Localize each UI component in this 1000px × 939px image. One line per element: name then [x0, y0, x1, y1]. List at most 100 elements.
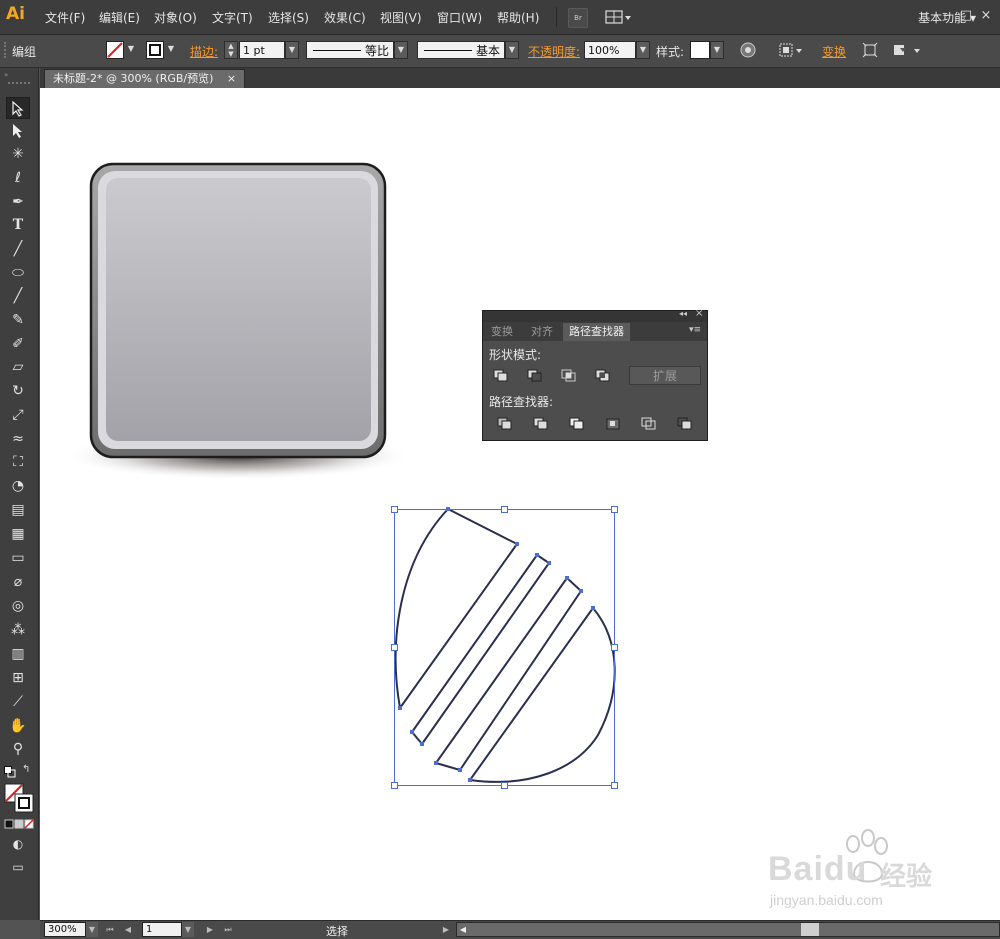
menu-view[interactable]: 视图(V)	[380, 9, 422, 26]
zoom-tool-icon[interactable]: ⚲	[6, 738, 30, 760]
anchor-point[interactable]	[434, 761, 438, 765]
next-artboard-icon[interactable]: ▶	[204, 922, 216, 937]
bbox-handle[interactable]	[611, 506, 618, 513]
opacity-link[interactable]: 不透明度:	[528, 43, 580, 60]
bbox-handle[interactable]	[501, 782, 508, 789]
bridge-button[interactable]: Br	[568, 8, 588, 28]
bbox-handle[interactable]	[611, 782, 618, 789]
minimize-icon[interactable]: –	[938, 8, 954, 24]
stroke-stepper[interactable]: ▲ ▼	[224, 41, 238, 59]
perspective-grid-tool-icon[interactable]: ▤	[6, 499, 30, 521]
merge-icon[interactable]	[569, 417, 585, 431]
direct-selection-tool-icon[interactable]	[6, 120, 30, 142]
draw-mode-icon[interactable]: ◐	[6, 833, 30, 855]
menu-help[interactable]: 帮助(H)	[497, 9, 539, 26]
bbox-handle[interactable]	[501, 506, 508, 513]
trim-icon[interactable]	[533, 417, 549, 431]
stroke-weight-field[interactable]: 1 pt	[239, 41, 285, 59]
crop-icon[interactable]	[605, 417, 621, 431]
minus-back-icon[interactable]	[677, 417, 693, 431]
outline-icon[interactable]	[641, 417, 657, 431]
swap-fill-stroke-icon[interactable]: ↰	[22, 764, 34, 776]
close-window-icon[interactable]: ×	[978, 8, 994, 24]
hand-tool-icon[interactable]: ✋	[6, 715, 30, 737]
path-segment-4[interactable]	[469, 607, 616, 783]
brush-dropdown[interactable]: ▼	[505, 41, 519, 59]
variable-width-profile[interactable]: 等比	[306, 41, 394, 59]
shape-builder-tool-icon[interactable]: ◔	[6, 475, 30, 497]
graphic-style-swatch[interactable]	[690, 41, 710, 59]
stroke-dropdown-icon[interactable]: ▼	[164, 41, 178, 59]
selected-path-group[interactable]	[394, 508, 616, 783]
status-menu-arrow[interactable]: ▶	[440, 922, 452, 937]
mesh-tool-icon[interactable]: ▦	[6, 523, 30, 545]
document-tab[interactable]: 未标题-2* @ 300% (RGB/预览) ×	[44, 69, 246, 88]
unite-icon[interactable]	[493, 369, 509, 383]
paintbrush-tool-icon[interactable]: ╱	[6, 285, 30, 307]
menu-object[interactable]: 对象(O)	[154, 9, 197, 26]
bbox-handle[interactable]	[391, 506, 398, 513]
opacity-dropdown[interactable]: ▼	[636, 41, 650, 59]
tab-align[interactable]: 对齐	[525, 323, 559, 341]
fill-dropdown-icon[interactable]: ▼	[124, 41, 138, 59]
zoom-dropdown[interactable]: ▼	[86, 922, 98, 937]
scrollbar-thumb[interactable]	[801, 923, 819, 936]
anchor-point[interactable]	[565, 576, 569, 580]
expand-button[interactable]: 扩展	[629, 366, 701, 385]
close-tab-icon[interactable]: ×	[227, 72, 236, 85]
menu-edit[interactable]: 编辑(E)	[99, 9, 140, 26]
selection-tool-icon[interactable]	[6, 97, 30, 119]
transform-link[interactable]: 变换	[822, 43, 846, 60]
lasso-tool-icon[interactable]: ℓ	[6, 167, 30, 189]
default-fill-stroke-icon[interactable]	[4, 766, 16, 778]
bbox-handle[interactable]	[391, 644, 398, 651]
artboard-dropdown[interactable]: ▼	[182, 922, 194, 937]
anchor-point[interactable]	[410, 730, 414, 734]
brush-definition[interactable]: 基本	[417, 41, 505, 59]
stroke-weight-dropdown[interactable]: ▼	[285, 41, 299, 59]
toolbox-collapse-icon[interactable]: »	[4, 72, 34, 79]
ellipse-tool-icon[interactable]: ⬭	[6, 262, 30, 284]
graphic-style-dropdown[interactable]: ▼	[710, 41, 724, 59]
artboard-number-field[interactable]: 1	[142, 922, 182, 937]
menu-file[interactable]: 文件(F)	[45, 9, 85, 26]
anchor-point[interactable]	[591, 606, 595, 610]
anchor-point[interactable]	[468, 778, 472, 782]
horizontal-scrollbar[interactable]	[456, 922, 1000, 937]
warp-tool-icon[interactable]: ≈	[6, 428, 30, 450]
artboard-canvas[interactable]: Baidu 经验 jingyan.baidu.com	[40, 88, 1000, 920]
line-segment-tool-icon[interactable]: ╱	[6, 238, 30, 260]
anchor-point[interactable]	[535, 553, 539, 557]
pencil-tool-icon[interactable]: ✎	[6, 309, 30, 331]
pen-tool-icon[interactable]: ✒	[6, 191, 30, 213]
arrange-documents-icon[interactable]	[605, 8, 633, 26]
column-graph-tool-icon[interactable]: ▥	[6, 643, 30, 665]
menu-select[interactable]: 选择(S)	[268, 9, 309, 26]
eraser-tool-icon[interactable]: ▱	[6, 356, 30, 378]
menu-window[interactable]: 窗口(W)	[437, 9, 482, 26]
magic-wand-tool-icon[interactable]: ✳	[6, 143, 30, 165]
path-segment-3[interactable]	[435, 577, 582, 771]
stroke-link[interactable]: 描边:	[190, 43, 218, 60]
anchor-point[interactable]	[579, 589, 583, 593]
blend-tool-icon[interactable]: ◎	[6, 595, 30, 617]
stroke-swatch[interactable]	[146, 41, 164, 59]
artboard-tool-icon[interactable]: ⊞	[6, 667, 30, 689]
scroll-left-arrow[interactable]: ◀	[457, 922, 469, 937]
gradient-tool-icon[interactable]: ▭	[6, 547, 30, 569]
first-artboard-icon[interactable]: ⏮	[104, 922, 116, 937]
panel-menu-icon[interactable]	[892, 42, 922, 58]
close-panel-icon[interactable]: ×	[695, 308, 703, 319]
profile-dropdown[interactable]: ▼	[394, 41, 408, 59]
tab-pathfinder[interactable]: 路径查找器	[563, 323, 630, 341]
divide-icon[interactable]	[497, 417, 513, 431]
bbox-handle[interactable]	[391, 782, 398, 789]
tab-transform[interactable]: 变换	[485, 323, 519, 341]
panel-options-menu-icon[interactable]: ▾≡	[689, 325, 701, 335]
align-options-icon[interactable]	[778, 42, 804, 58]
anchor-point[interactable]	[458, 768, 462, 772]
type-tool-icon[interactable]: T	[6, 214, 30, 236]
opacity-field[interactable]: 100%	[584, 41, 636, 59]
exclude-icon[interactable]	[595, 369, 611, 383]
anchor-point[interactable]	[547, 561, 551, 565]
